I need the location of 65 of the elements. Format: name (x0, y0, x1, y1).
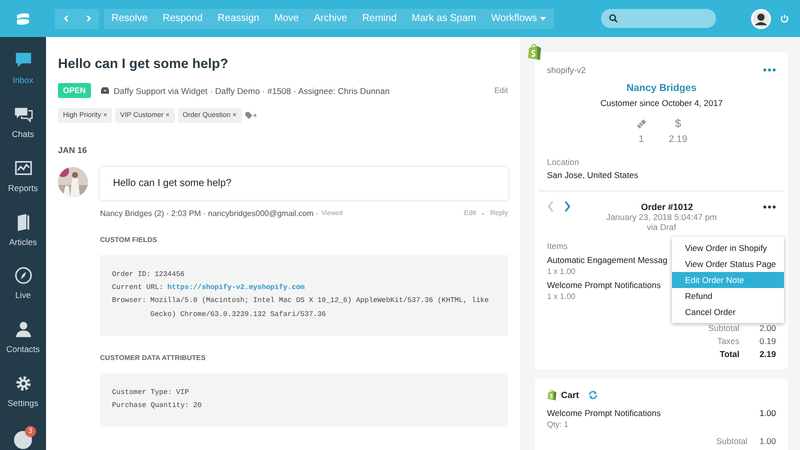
order-source: via Draf (646, 222, 676, 232)
location-value: San Jose, United States (547, 170, 640, 182)
summary-label: Subtotal (708, 323, 740, 333)
menu-item[interactable]: Edit Order Note (672, 272, 784, 288)
more-icon[interactable] (763, 204, 776, 208)
cart-item-name: Welcome Prompt Notifications (547, 408, 661, 418)
item-name: Welcome Prompt Notifications (547, 280, 661, 290)
item-quantity: 1 x 1.00 (547, 267, 576, 276)
add-tag-icon[interactable] (244, 112, 258, 119)
customer-name-link[interactable]: Nancy Bridges (626, 83, 697, 94)
power-icon[interactable] (780, 14, 789, 23)
menu-item[interactable]: Refund (672, 288, 784, 304)
logo-icon (15, 12, 31, 26)
date-heading: JAN 16 (58, 145, 88, 155)
inbox-tray-icon (100, 87, 109, 94)
user-avatar[interactable] (751, 8, 771, 28)
menu-item[interactable]: View Order Status Page (672, 256, 784, 272)
message-bubble: Hello can I get some help? (100, 167, 508, 200)
total-value: 2.19 (759, 349, 776, 359)
currency-symbol: $ (674, 118, 682, 130)
summary-label: Subtotal (716, 436, 748, 446)
conversation-meta: Daffy Support via Widget · Daffy Demo · #1508 · Assignee: Chris Dunnan (114, 86, 390, 96)
compass-icon (14, 266, 32, 286)
summary-value: 1.00 (759, 436, 776, 446)
shopify-bag-icon (547, 389, 557, 401)
caret-icon (540, 16, 546, 20)
menu-item[interactable]: Cancel Order (672, 304, 784, 320)
chevron-left-icon[interactable] (62, 14, 70, 23)
menu-item[interactable]: View Order in Shopify (672, 240, 784, 256)
stat-value: 2.19 (668, 134, 688, 145)
settings-icon (14, 374, 32, 394)
summary-value: 0.19 (759, 336, 776, 346)
stat-value: 1 (638, 134, 644, 145)
status-badge: OPEN (58, 83, 91, 98)
search-field[interactable] (601, 9, 716, 28)
cart-item-quantity: Qty: 1 (547, 420, 568, 429)
item-name: Automatic Engagement Messag (547, 255, 668, 265)
summary-label: Taxes (717, 336, 740, 346)
total-label: Total (720, 349, 740, 359)
ticket-icon (636, 118, 647, 130)
cart-title: Cart (561, 390, 580, 400)
nav-item[interactable]: Settings (0, 374, 46, 428)
message-author: Nancy Bridges (2) · 2:03 PM · nancybridges000@gmail.com · (100, 209, 318, 218)
customer-since: Customer since October 4, 2017 (600, 98, 723, 108)
edit-link[interactable]: Edit (494, 86, 508, 95)
nav-item[interactable]: Chats (0, 104, 46, 159)
items-label: Items (547, 241, 568, 251)
nav-item[interactable]: Live (0, 266, 46, 320)
order-date: January 23, 2018 5:04:47 pm (605, 212, 718, 222)
cart-item-price: 1.00 (759, 408, 776, 418)
summary-value: 2.00 (759, 323, 776, 333)
order-title: Order #1012 (640, 202, 694, 212)
item-quantity: 1 x 1.00 (547, 292, 576, 301)
nav-item[interactable]: Inbox (0, 51, 46, 105)
next-order-icon[interactable] (564, 201, 571, 212)
nav-item[interactable]: Contacts (0, 320, 46, 374)
person-icon (14, 320, 32, 340)
chart-icon (14, 158, 32, 178)
store-name: shopify-v2 (547, 65, 586, 75)
nav-item[interactable]: Reports (0, 158, 46, 213)
location-label: Location (547, 157, 580, 167)
nav-item[interactable]: Articles (0, 212, 46, 266)
refresh-icon[interactable] (588, 390, 598, 400)
search-icon (609, 14, 618, 23)
conversation-title: Hello can I get some help? (58, 56, 230, 71)
